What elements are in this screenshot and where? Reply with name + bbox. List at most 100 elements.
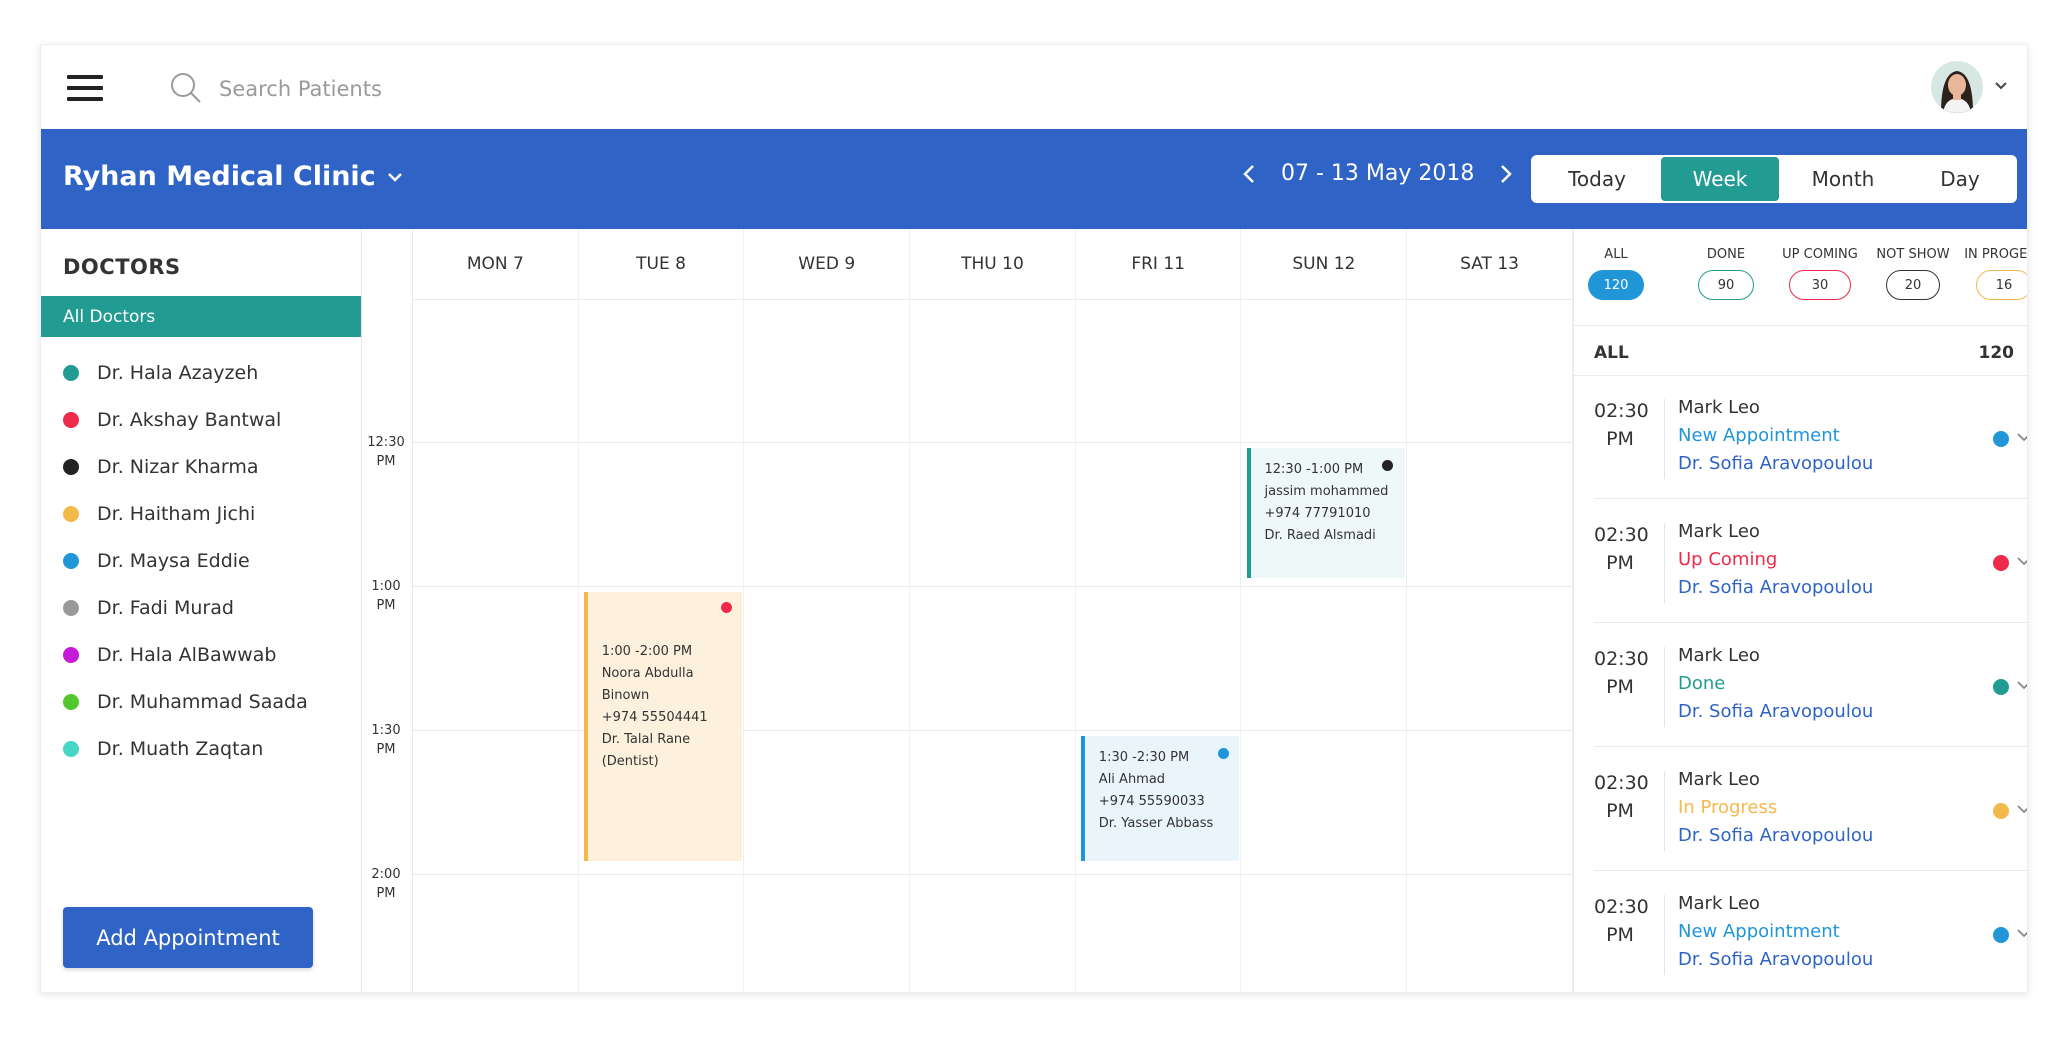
chevron-down-icon[interactable] [1993, 77, 2009, 93]
doctor-item[interactable]: Dr. Fadi Murad [63, 584, 308, 631]
appointment-card[interactable]: 12:30 -1:00 PM jassim mohammed +974 777910… [1246, 448, 1405, 578]
doctor-color-dot [63, 364, 79, 381]
day-header: MON 7 [413, 229, 579, 299]
doctor-list: Dr. Hala Azayzeh Dr. Akshay Bantwal Dr. Ni… [63, 349, 308, 772]
chevron-down-icon[interactable] [2016, 925, 2028, 941]
chevron-left-icon[interactable] [1239, 163, 1259, 185]
appointment-time-ampm: PM [1606, 428, 1634, 450]
time-gridline [413, 586, 1573, 587]
status-filter-label: NOT SHOW [1876, 247, 1950, 262]
chevron-down-icon[interactable] [2016, 553, 2028, 569]
doctor-item[interactable]: Dr. Muath Zaqtan [63, 725, 308, 772]
appointment-line: jassim mohammed [1264, 484, 1389, 499]
day-header: WED 9 [744, 229, 911, 299]
time-label: 12:30 PM [362, 433, 410, 471]
time-label: 1:00 PM [362, 577, 410, 615]
doctor-color-dot [63, 740, 79, 757]
status-dot [1993, 555, 2009, 571]
status-dot [1993, 803, 2009, 819]
chevron-down-icon[interactable] [2016, 801, 2028, 817]
appointment-list-item[interactable]: 02:30 PM Mark Leo In Progress Dr. Sofia Arav… [1574, 747, 2028, 871]
all-doctors-item[interactable]: All Doctors [41, 296, 361, 337]
doctor-name: Dr. Muath Zaqtan [97, 737, 264, 760]
week-navigator: 07 - 13 May 2018 [1239, 161, 1516, 186]
view-day-button[interactable]: Day [1907, 157, 2013, 201]
day-column[interactable] [1407, 299, 1573, 992]
appointment-card[interactable]: 1:00 -2:00 PM Noora Abdulla Binown +974 555… [583, 592, 742, 861]
menu-icon[interactable] [67, 75, 103, 101]
time-label-ampm: PM [376, 742, 396, 757]
time-gridline [413, 874, 1573, 875]
status-filter-label: DONE [1706, 247, 1746, 262]
avatar[interactable] [1931, 61, 1983, 113]
doctor-color-dot [63, 411, 79, 428]
appointment-list-item[interactable]: 02:30 PM Mark Leo Up Coming Dr. Sofia Aravop… [1574, 499, 2028, 623]
appointment-list-item[interactable]: 02:30 PM Mark Leo Done Dr. Sofia Aravopoulou [1574, 623, 2028, 747]
chevron-down-icon[interactable] [2016, 429, 2028, 445]
time-label-hour: 2:00 [371, 867, 401, 882]
appointment-list-item[interactable]: 02:30 PM Mark Leo New Appointment Dr. Sofia … [1574, 375, 2028, 499]
doctor-item[interactable]: Dr. Hala Azayzeh [63, 349, 308, 396]
status-dot [1993, 431, 2009, 447]
doctor-item[interactable]: Dr. Akshay Bantwal [63, 396, 308, 443]
time-label: 1:30 PM [362, 721, 410, 759]
appointment-line: +974 55504441 [601, 710, 708, 725]
status-filter-label: ALL [1604, 247, 1628, 262]
divider [1664, 399, 1665, 479]
doctor-item[interactable]: Dr. Haitham Jichi [63, 490, 308, 537]
day-column[interactable] [744, 299, 911, 992]
status-filter: DONE 90 [1686, 247, 1766, 300]
doctor-color-dot [63, 458, 79, 475]
all-count: 120 [1978, 343, 2015, 363]
clinic-selector[interactable]: Ryhan Medical Clinic [63, 161, 404, 192]
view-month-button[interactable]: Month [1779, 157, 1907, 201]
doctors-panel: DOCTORS All Doctors Dr. Hala Azayzeh Dr. … [41, 229, 362, 992]
status-filter-count[interactable]: 90 [1698, 270, 1754, 300]
appointment-list-item[interactable]: 02:30 PM Mark Leo New Appointment Dr. Sofia … [1574, 871, 2028, 992]
divider [1574, 325, 2027, 326]
status-filter-count[interactable]: 16 [1976, 270, 2027, 300]
appointment-time-hour: 02:30 [1594, 400, 1649, 422]
status-filter-count[interactable]: 20 [1886, 270, 1940, 300]
doctor-name: Dr. Haitham Jichi [97, 502, 256, 525]
doctor-name: Dr. Muhammad Saada [97, 690, 308, 713]
add-appointment-button[interactable]: Add Appointment [63, 907, 313, 968]
calendar-header: Ryhan Medical Clinic 07 - 13 May 2018 To… [41, 129, 2027, 229]
appointment-status: Done [1678, 673, 1726, 694]
appointment-time: 02:30 PM [1594, 521, 1649, 577]
day-column[interactable] [413, 299, 579, 992]
search-input[interactable] [217, 69, 621, 109]
day-column[interactable] [1076, 299, 1242, 992]
divider [1664, 771, 1665, 851]
status-filter: IN PROGESS 16 [1964, 247, 2027, 300]
day-header: FRI 11 [1076, 229, 1242, 299]
appointment-card[interactable]: 1:30 -2:30 PM Ali Ahmad +974 55590033 Dr. Y… [1080, 736, 1239, 861]
doctor-item[interactable]: Dr. Maysa Eddie [63, 537, 308, 584]
patient-name: Mark Leo [1678, 769, 1760, 790]
doctor-item[interactable]: Dr. Hala AlBawwab [63, 631, 308, 678]
divider [1664, 523, 1665, 603]
view-today-button[interactable]: Today [1533, 157, 1661, 201]
doctor-name: Dr. Fadi Murad [97, 596, 234, 619]
appointment-doctor-dot [1217, 748, 1229, 759]
appointment-line: +974 55590033 [1098, 794, 1205, 809]
day-header: SAT 13 [1407, 229, 1573, 299]
day-column[interactable] [910, 299, 1076, 992]
appointment-status: New Appointment [1678, 921, 1840, 942]
doctor-item[interactable]: Dr. Muhammad Saada [63, 678, 308, 725]
day-column[interactable] [1242, 299, 1408, 992]
chevron-right-icon[interactable] [1496, 163, 1516, 185]
status-dot [1993, 679, 2009, 695]
doctor-item[interactable]: Dr. Nizar Kharma [63, 443, 308, 490]
chevron-down-icon[interactable] [2016, 677, 2028, 693]
appointment-time: 02:30 PM [1594, 893, 1649, 949]
time-label-ampm: PM [376, 886, 396, 901]
status-filter-count[interactable]: 120 [1588, 270, 1644, 300]
all-summary-row: ALL 120 [1594, 331, 2014, 375]
day-header: THU 10 [910, 229, 1076, 299]
search-icon [171, 73, 201, 103]
status-filter-count[interactable]: 30 [1789, 270, 1851, 300]
doctor-color-dot [63, 693, 79, 710]
status-filter-label: UP COMING [1782, 247, 1858, 262]
view-week-button[interactable]: Week [1661, 157, 1779, 201]
